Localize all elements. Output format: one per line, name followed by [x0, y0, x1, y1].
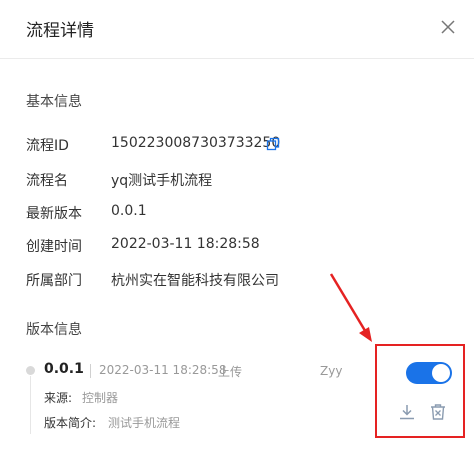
field-label-flow-name: 流程名	[26, 173, 68, 189]
summary-value: 测试手机流程	[108, 416, 181, 430]
close-icon[interactable]	[439, 18, 457, 36]
download-icon[interactable]	[398, 403, 416, 421]
toggle-knob	[432, 364, 450, 382]
field-value-flow-name: yq测试手机流程	[111, 173, 213, 189]
dialog-header: 流程详情	[0, 0, 474, 59]
version-divider	[90, 364, 91, 378]
field-label-latest-version: 最新版本	[26, 206, 82, 222]
field-value-flow-id: 1502230087303733250	[111, 135, 281, 151]
version-number: 0.0.1	[44, 361, 84, 377]
source-label: 来源:	[44, 391, 73, 405]
version-action: 上传	[218, 365, 243, 379]
delete-icon[interactable]	[429, 403, 447, 421]
basic-info-title: 基本信息	[26, 94, 82, 110]
field-label-created-time: 创建时间	[26, 239, 82, 255]
annotation-highlight-box	[375, 344, 465, 438]
source-value: 控制器	[82, 391, 119, 405]
field-value-latest-version: 0.0.1	[111, 203, 147, 219]
version-info-title: 版本信息	[26, 322, 82, 338]
dialog-title: 流程详情	[26, 21, 94, 41]
field-label-department: 所属部门	[26, 273, 82, 289]
field-value-created-time: 2022-03-11 18:28:58	[111, 236, 260, 252]
version-enable-toggle[interactable]	[406, 362, 452, 384]
version-time: 2022-03-11 18:28:58	[99, 363, 227, 377]
field-value-department: 杭州实在智能科技有限公司	[111, 273, 279, 289]
copy-icon[interactable]	[266, 137, 280, 151]
version-user: Zyy	[320, 364, 343, 378]
field-label-flow-id: 流程ID	[26, 138, 69, 154]
timeline-dot	[26, 366, 35, 375]
timeline-line	[30, 376, 31, 434]
summary-label: 版本简介:	[44, 416, 97, 430]
